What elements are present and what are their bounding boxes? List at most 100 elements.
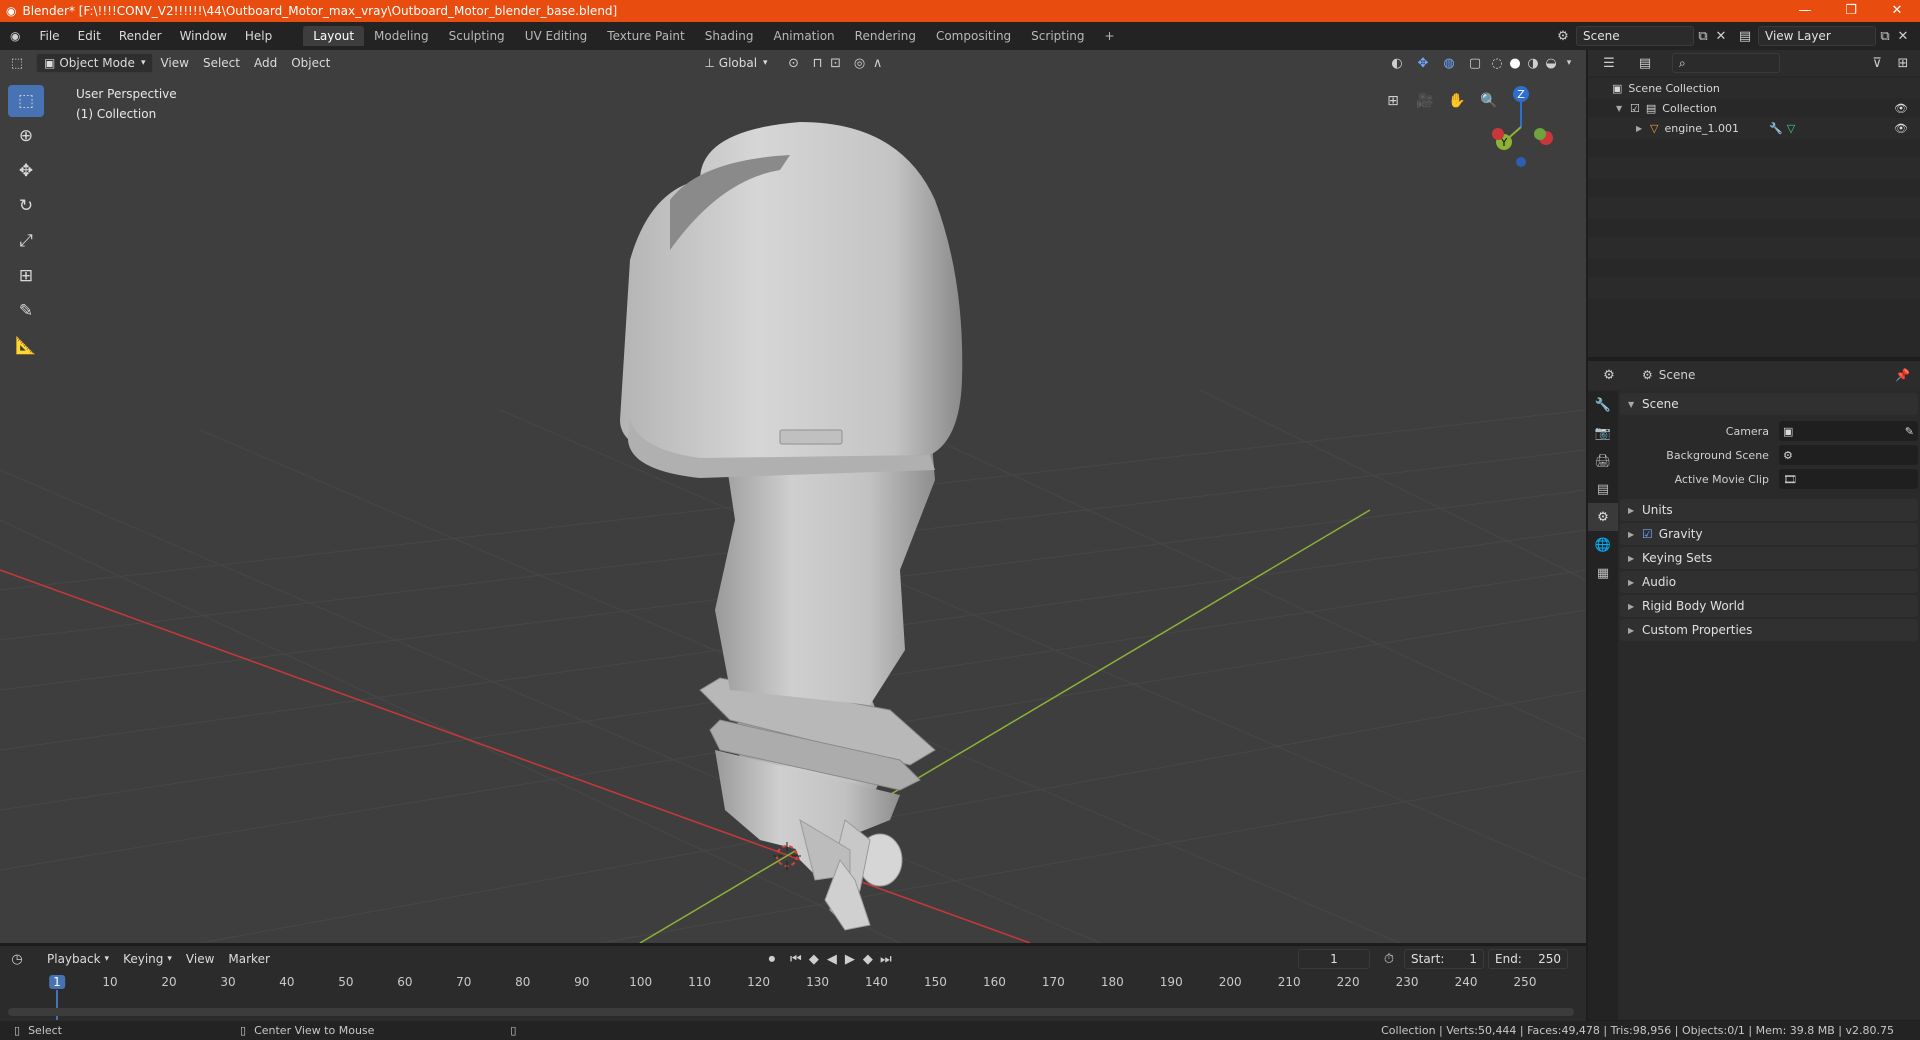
tab-modeling[interactable]: Modeling [364, 26, 439, 46]
pin-icon[interactable]: 📌 [1895, 368, 1910, 382]
move-tool[interactable]: ✥ [8, 155, 44, 187]
shading-options-icon[interactable]: ▾ [1560, 54, 1578, 72]
outliner-item-engine[interactable]: ▶ ▽ engine_1.001 🔧 ▽ 👁 [1588, 118, 1920, 138]
tab-animation[interactable]: Animation [763, 26, 844, 46]
tab-scripting[interactable]: Scripting [1021, 26, 1094, 46]
delete-scene-icon[interactable]: ✕ [1712, 27, 1730, 45]
prev-keyframe-icon[interactable]: ◆ [805, 950, 823, 968]
tool-tab-icon[interactable]: 🔧 [1588, 391, 1618, 419]
add-workspace-icon[interactable]: + [1095, 26, 1125, 46]
snap-icon[interactable]: ⊓ [809, 54, 827, 72]
expand-triangle-icon[interactable]: ▶ [1636, 124, 1650, 133]
3d-viewport[interactable]: ⬚ ▣ Object Mode ▾ View Select Add Object… [0, 50, 1586, 943]
new-collection-icon[interactable]: ⊞ [1894, 54, 1912, 72]
view-layer-selector[interactable]: View Layer [1758, 26, 1876, 46]
measure-tool[interactable]: 📐 [8, 330, 44, 362]
panel-gravity[interactable]: ▶ ☑ Gravity [1620, 523, 1918, 545]
proportional-edit-icon[interactable]: ◎ [851, 54, 869, 72]
world-tab-icon[interactable]: 🌐 [1588, 531, 1618, 559]
mesh-data-icon[interactable]: ▽ [1787, 122, 1795, 135]
viewport-menu-object[interactable]: Object [284, 53, 337, 73]
cursor-tool[interactable]: ⊕ [8, 120, 44, 152]
modifier-wrench-icon[interactable]: 🔧 [1769, 122, 1783, 135]
minimize-icon[interactable]: — [1782, 0, 1828, 22]
collection-checkbox[interactable]: ☑ [1630, 102, 1640, 115]
play-icon[interactable]: ▶ [841, 950, 859, 968]
tab-rendering[interactable]: Rendering [845, 26, 926, 46]
output-tab-icon[interactable]: 🖨 [1588, 447, 1618, 475]
render-tab-icon[interactable]: 📷 [1588, 419, 1618, 447]
jump-end-icon[interactable]: ⏭ [877, 950, 895, 968]
scene-icon[interactable]: ⚙ [1554, 27, 1572, 45]
panel-keying-sets[interactable]: ▶ Keying Sets [1620, 547, 1918, 569]
view-layer-tab-icon[interactable]: ▤ [1588, 475, 1618, 503]
background-scene-field[interactable]: ⚙ [1778, 445, 1918, 465]
start-frame-field[interactable]: Start: 1 [1404, 949, 1484, 969]
blender-menu-icon[interactable]: ◉ [0, 29, 30, 43]
end-frame-field[interactable]: End: 250 [1488, 949, 1568, 969]
current-frame-field[interactable]: 1 [1298, 949, 1370, 969]
record-icon[interactable]: ⏺ [763, 950, 781, 968]
xray-icon[interactable]: ▢ [1466, 54, 1484, 72]
new-view-layer-icon[interactable]: ⧉ [1876, 27, 1894, 45]
texture-tab-icon[interactable]: ▦ [1588, 559, 1618, 587]
panel-units[interactable]: ▶ Units [1620, 499, 1918, 521]
next-keyframe-icon[interactable]: ◆ [859, 950, 877, 968]
menu-window[interactable]: Window [171, 29, 236, 43]
transform-tool[interactable]: ⊞ [8, 260, 44, 292]
gravity-checkbox[interactable]: ☑ [1642, 527, 1653, 541]
eye-icon[interactable]: 👁 [1894, 102, 1908, 115]
viewport-menu-view[interactable]: View [153, 53, 195, 73]
outliner-item-scene-collection[interactable]: ▣ Scene Collection [1588, 78, 1920, 98]
mode-selector[interactable]: ▣ Object Mode ▾ [36, 53, 154, 73]
display-mode-icon[interactable]: ▤ [1636, 54, 1654, 72]
solid-shading-icon[interactable]: ● [1506, 54, 1524, 72]
camera-field[interactable]: ▣ ✎ [1778, 421, 1918, 441]
active-movie-clip-field[interactable]: 🎞 [1778, 469, 1918, 489]
panel-custom-properties[interactable]: ▶ Custom Properties [1620, 619, 1918, 641]
tab-compositing[interactable]: Compositing [926, 26, 1021, 46]
gizmo-toggle-icon[interactable]: ✥ [1414, 54, 1432, 72]
close-icon[interactable]: ✕ [1874, 0, 1920, 22]
tab-shading[interactable]: Shading [695, 26, 764, 46]
scene-selector[interactable]: Scene [1576, 26, 1694, 46]
preview-range-clock-icon[interactable]: ⏱ [1380, 950, 1398, 968]
menu-edit[interactable]: Edit [69, 29, 110, 43]
timeline-menu-view[interactable]: View [179, 949, 221, 969]
eyedropper-icon[interactable]: ✎ [1905, 425, 1914, 438]
wireframe-shading-icon[interactable]: ◌ [1488, 54, 1506, 72]
timeline-editor-type-icon[interactable]: ◷ [8, 950, 26, 968]
properties-editor-type-icon[interactable]: ⚙ [1600, 366, 1618, 384]
camera-view-icon[interactable]: 🎥 [1412, 88, 1438, 114]
timeline-menu-playback[interactable]: Playback ▾ [40, 949, 116, 969]
viewport-menu-select[interactable]: Select [196, 53, 247, 73]
timeline-menu-keying[interactable]: Keying ▾ [116, 949, 179, 969]
timeline-ruler[interactable]: 1 10 20 30 40 50 60 70 80 90 100 110 120 130 140 150 160… [0, 972, 1586, 1020]
panel-scene[interactable]: ▼ Scene [1620, 393, 1918, 415]
expand-triangle-icon[interactable]: ▼ [1616, 104, 1630, 113]
panel-rigid-body-world[interactable]: ▶ Rigid Body World [1620, 595, 1918, 617]
visibility-icon[interactable]: ◐ [1388, 54, 1406, 72]
filter-icon[interactable]: ⊽ [1868, 54, 1886, 72]
navigation-gizmo[interactable]: Z Y [1476, 82, 1566, 172]
select-box-tool[interactable]: ⬚ [8, 85, 44, 117]
jump-start-icon[interactable]: ⏮ [787, 950, 805, 968]
scene-tab-icon[interactable]: ⚙ [1588, 503, 1618, 531]
tab-texture-paint[interactable]: Texture Paint [597, 26, 694, 46]
eye-icon[interactable]: 👁 [1894, 122, 1908, 135]
transform-orientation[interactable]: ⊥ Global ▾ [697, 53, 774, 73]
rotate-tool[interactable]: ↻ [8, 190, 44, 222]
falloff-icon[interactable]: ∧ [869, 54, 887, 72]
delete-view-layer-icon[interactable]: ✕ [1894, 27, 1912, 45]
material-shading-icon[interactable]: ◑ [1524, 54, 1542, 72]
annotate-tool[interactable]: ✎ [8, 295, 44, 327]
outliner-item-collection[interactable]: ▼ ☑ ▤ Collection 👁 [1588, 98, 1920, 118]
tab-layout[interactable]: Layout [303, 26, 365, 46]
restore-icon[interactable]: ❐ [1828, 0, 1874, 22]
timeline-menu-marker[interactable]: Marker [221, 949, 276, 969]
play-reverse-icon[interactable]: ◀ [823, 950, 841, 968]
scale-tool[interactable]: ⤢ [8, 225, 44, 257]
panel-audio[interactable]: ▶ Audio [1620, 571, 1918, 593]
outliner-editor-type-icon[interactable]: ☰ [1600, 54, 1618, 72]
snap-target-icon[interactable]: ⊡ [827, 54, 845, 72]
